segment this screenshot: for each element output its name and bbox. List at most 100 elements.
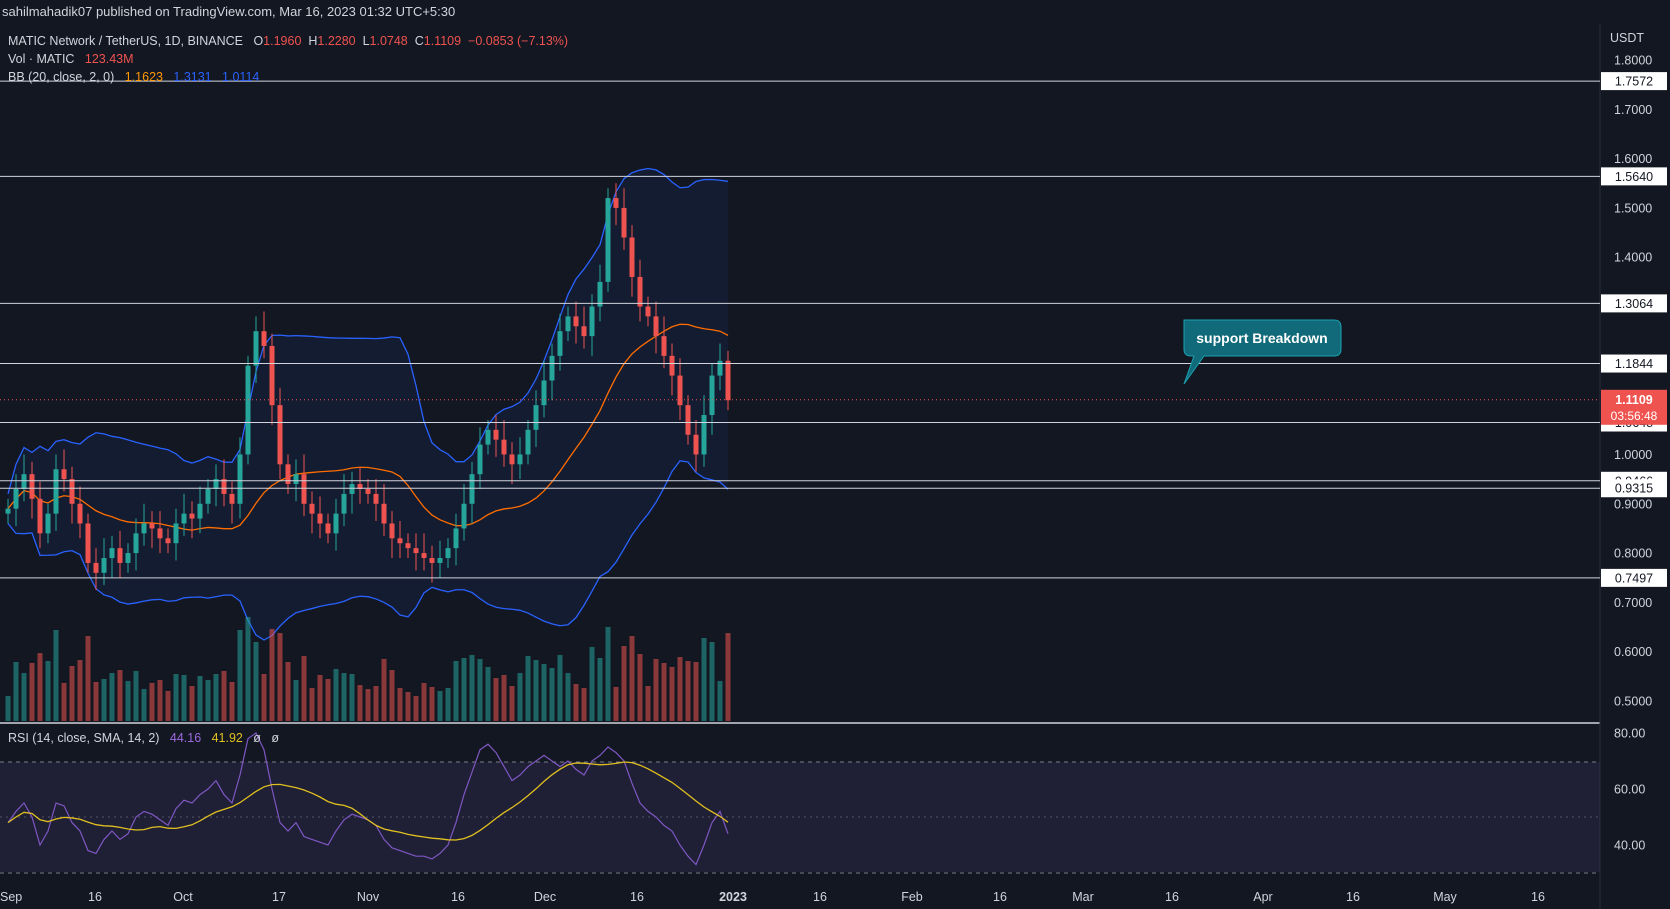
candle-body	[61, 469, 67, 480]
volume-label[interactable]: Vol · MATIC	[8, 52, 74, 66]
volume-bar	[437, 691, 443, 721]
candle-body	[333, 513, 339, 534]
time-tick: Feb	[901, 890, 923, 904]
price-tick: 0.5000	[1614, 695, 1652, 709]
price-tick: 1.4000	[1614, 251, 1652, 265]
candle-body	[381, 503, 387, 524]
candle-body	[653, 316, 659, 337]
volume-bar	[261, 674, 267, 721]
volume-bar	[629, 636, 635, 721]
bb-basis-value: 1.1623	[124, 70, 163, 84]
volume-bar	[421, 683, 427, 721]
candle-body	[5, 508, 11, 514]
rsi-tick: 40.00	[1614, 839, 1645, 853]
volume-bar	[117, 670, 123, 721]
candle-body	[317, 513, 323, 524]
candle-body	[565, 316, 571, 332]
candle-body	[645, 306, 651, 317]
level-label: 1.1844	[1615, 357, 1653, 371]
candle-body	[141, 523, 147, 534]
volume-bar	[533, 660, 539, 721]
volume-bar	[461, 658, 467, 721]
volume-bar	[125, 681, 131, 721]
candle-body	[717, 360, 723, 376]
volume-bar	[93, 682, 99, 721]
rsi-tick: 80.00	[1614, 727, 1645, 741]
time-tick: Nov	[357, 890, 380, 904]
volume-bar	[389, 670, 395, 721]
candle-body	[253, 331, 259, 366]
candle-body	[413, 548, 419, 554]
candle-body	[69, 479, 75, 504]
candle-body	[117, 548, 123, 563]
candle-body	[93, 562, 99, 573]
candle-body	[277, 405, 283, 465]
rsi-value: 44.16	[169, 731, 202, 745]
candle-body	[341, 493, 347, 514]
level-label: 1.5640	[1615, 170, 1653, 184]
volume-bar	[293, 680, 299, 721]
volume-bar	[133, 671, 139, 721]
volume-bar	[501, 675, 507, 721]
symbol-name[interactable]: MATIC Network / TetherUS, 1D, BINANCE	[8, 34, 243, 48]
rsi-legend: RSI (14, close, SMA, 14, 2) 44.16 41.92 …	[8, 731, 279, 745]
candle-body	[221, 479, 227, 494]
volume-bar	[621, 646, 627, 721]
volume-bar	[333, 669, 339, 721]
volume-bar	[661, 663, 667, 721]
rsi-label[interactable]: RSI (14, close, SMA, 14, 2)	[8, 731, 159, 745]
volume-bar	[365, 689, 371, 721]
candle-body	[389, 523, 395, 539]
volume-bar	[189, 686, 195, 721]
candle-body	[133, 533, 139, 554]
volume-bar	[341, 673, 347, 721]
candle-body	[509, 454, 515, 465]
volume-bar	[269, 629, 275, 721]
candle-body	[573, 316, 579, 327]
candle-body	[597, 281, 603, 307]
candle-body	[309, 503, 315, 514]
candle-body	[685, 405, 691, 435]
candle-body	[485, 429, 491, 445]
candle-body	[581, 326, 587, 337]
candle-body	[589, 306, 595, 337]
rsi-sma-value: 41.92	[211, 731, 243, 745]
volume-bar	[309, 688, 315, 721]
candle-body	[293, 474, 299, 485]
bb-lower-value: 1.0114	[222, 70, 260, 84]
candle-body	[533, 405, 539, 430]
time-tick: 16	[1165, 890, 1179, 904]
time-tick: 16	[1346, 890, 1360, 904]
volume-bar	[397, 688, 403, 721]
candle-body	[21, 474, 27, 489]
candle-body	[157, 528, 163, 539]
candle-body	[37, 498, 43, 534]
volume-bar	[85, 636, 91, 721]
volume-bar	[701, 638, 707, 721]
volume-bar	[245, 617, 251, 721]
level-label: 1.3064	[1615, 297, 1653, 311]
candle-body	[269, 345, 275, 406]
candle-body	[85, 523, 91, 563]
bb-label[interactable]: BB (20, close, 2, 0)	[8, 70, 114, 84]
volume-bar	[229, 682, 235, 721]
candle-body	[261, 331, 267, 346]
published-text: sahilmahadik07 published on TradingView.…	[2, 4, 456, 19]
candle-body	[693, 434, 699, 455]
candle-body	[421, 553, 427, 559]
countdown-label: 03:56:48	[1611, 409, 1658, 423]
candle-body	[445, 548, 451, 559]
volume-bar	[485, 667, 491, 721]
candle-body	[245, 365, 251, 455]
volume-bar	[493, 678, 499, 721]
candle-body	[725, 360, 731, 401]
volume-bar	[565, 673, 571, 721]
price-tick: 0.7000	[1614, 596, 1652, 610]
price-chart[interactable]: 1.75721.56401.30641.18441.06480.94660.93…	[0, 0, 1670, 909]
level-label: 0.7497	[1615, 571, 1653, 585]
time-tick: 16	[993, 890, 1007, 904]
volume-bar	[509, 686, 515, 721]
candle-body	[493, 429, 499, 440]
open-value: 1.1960	[263, 34, 302, 48]
volume-bar	[549, 668, 555, 721]
